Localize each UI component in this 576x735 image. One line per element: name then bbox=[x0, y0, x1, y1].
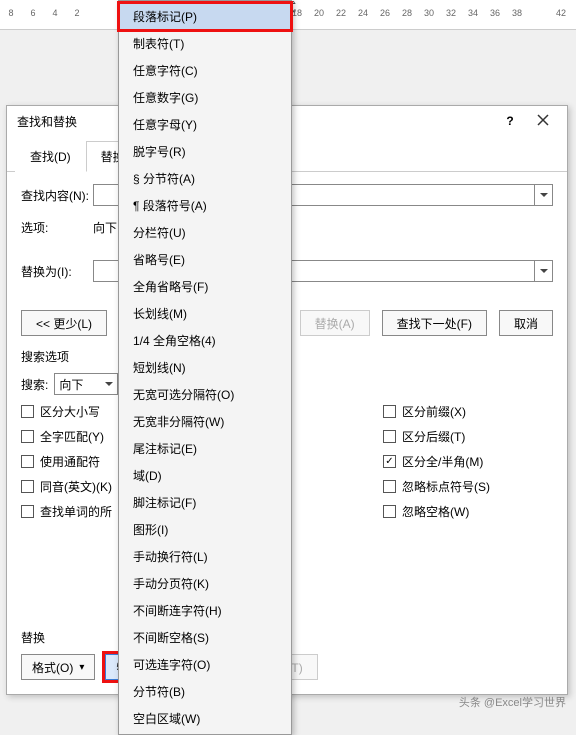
menu-item-3[interactable]: 任意数字(G) bbox=[119, 84, 291, 111]
replace-with-label: 替换为(I): bbox=[21, 263, 93, 280]
menu-item-7[interactable]: ¶ 段落符号(A) bbox=[119, 192, 291, 219]
menu-item-10[interactable]: 全角省略号(F) bbox=[119, 273, 291, 300]
checkbox-icon bbox=[383, 405, 396, 418]
menu-item-6[interactable]: § 分节符(A) bbox=[119, 165, 291, 192]
menu-item-5[interactable]: 脱字号(R) bbox=[119, 138, 291, 165]
dropdown-arrow-icon[interactable] bbox=[534, 185, 552, 205]
checkbox-icon bbox=[383, 455, 396, 468]
checkbox-icon bbox=[21, 505, 34, 518]
menu-item-4[interactable]: 任意字母(Y) bbox=[119, 111, 291, 138]
format-button[interactable]: 格式(O) bbox=[21, 654, 95, 680]
dropdown-arrow-icon[interactable] bbox=[534, 261, 552, 281]
check-label: 区分前缀(X) bbox=[402, 403, 466, 420]
menu-item-26[interactable]: 空白区域(W) bbox=[119, 705, 291, 732]
check-right-1[interactable]: 区分后缀(T) bbox=[383, 428, 553, 445]
special-format-menu: 段落标记(P)制表符(T)任意字符(C)任意数字(G)任意字母(Y)脱字号(R)… bbox=[118, 0, 292, 735]
options-label: 选项: bbox=[21, 219, 93, 236]
check-label: 区分后缀(T) bbox=[402, 428, 465, 445]
check-label: 忽略标点符号(S) bbox=[402, 478, 490, 495]
menu-item-15[interactable]: 无宽非分隔符(W) bbox=[119, 408, 291, 435]
menu-item-22[interactable]: 不间断连字符(H) bbox=[119, 597, 291, 624]
menu-item-1[interactable]: 制表符(T) bbox=[119, 30, 291, 57]
check-label: 查找单词的所 bbox=[40, 503, 112, 520]
checkbox-icon bbox=[383, 480, 396, 493]
replace-all-button[interactable]: 替换(A) bbox=[300, 310, 370, 336]
check-label: 区分全/半角(M) bbox=[402, 453, 483, 470]
check-right-3[interactable]: 忽略标点符号(S) bbox=[383, 478, 553, 495]
menu-item-18[interactable]: 脚注标记(F) bbox=[119, 489, 291, 516]
check-label: 同音(英文)(K) bbox=[40, 478, 112, 495]
find-next-button[interactable]: 查找下一处(F) bbox=[382, 310, 487, 336]
check-right-2[interactable]: 区分全/半角(M) bbox=[383, 453, 553, 470]
menu-item-8[interactable]: 分栏符(U) bbox=[119, 219, 291, 246]
menu-item-11[interactable]: 长划线(M) bbox=[119, 300, 291, 327]
menu-item-19[interactable]: 图形(I) bbox=[119, 516, 291, 543]
checkbox-icon bbox=[21, 480, 34, 493]
menu-item-13[interactable]: 短划线(N) bbox=[119, 354, 291, 381]
close-button[interactable] bbox=[525, 113, 561, 129]
options-value: 向下 bbox=[93, 219, 117, 236]
checkbox-icon bbox=[21, 455, 34, 468]
watermark: 头条 @Excel学习世界 bbox=[459, 694, 566, 710]
less-button[interactable]: << 更少(L) bbox=[21, 310, 107, 336]
cancel-button[interactable]: 取消 bbox=[499, 310, 553, 336]
check-label: 忽略空格(W) bbox=[402, 503, 469, 520]
menu-item-14[interactable]: 无宽可选分隔符(O) bbox=[119, 381, 291, 408]
menu-item-24[interactable]: 可选连字符(O) bbox=[119, 651, 291, 678]
checkbox-icon bbox=[383, 430, 396, 443]
menu-item-17[interactable]: 域(D) bbox=[119, 462, 291, 489]
menu-item-23[interactable]: 不间断空格(S) bbox=[119, 624, 291, 651]
search-direction-label: 搜索: bbox=[21, 376, 48, 393]
menu-item-9[interactable]: 省略号(E) bbox=[119, 246, 291, 273]
find-content-label: 查找内容(N): bbox=[21, 187, 93, 204]
menu-item-16[interactable]: 尾注标记(E) bbox=[119, 435, 291, 462]
help-button[interactable]: ? bbox=[495, 114, 525, 128]
check-right-0[interactable]: 区分前缀(X) bbox=[383, 403, 553, 420]
menu-item-12[interactable]: 1/4 全角空格(4) bbox=[119, 327, 291, 354]
menu-item-20[interactable]: 手动换行符(L) bbox=[119, 543, 291, 570]
close-icon bbox=[537, 114, 549, 126]
check-label: 区分大小写 bbox=[40, 403, 100, 420]
checkbox-icon bbox=[383, 505, 396, 518]
check-label: 全字匹配(Y) bbox=[40, 428, 104, 445]
search-direction-select[interactable]: 向下 bbox=[54, 373, 118, 395]
menu-item-21[interactable]: 手动分页符(K) bbox=[119, 570, 291, 597]
menu-item-0[interactable]: 段落标记(P) bbox=[119, 3, 291, 30]
menu-item-25[interactable]: 分节符(B) bbox=[119, 678, 291, 705]
checkbox-icon bbox=[21, 430, 34, 443]
check-label: 使用通配符 bbox=[40, 453, 100, 470]
check-right-4[interactable]: 忽略空格(W) bbox=[383, 503, 553, 520]
checkbox-icon bbox=[21, 405, 34, 418]
search-direction-value: 向下 bbox=[59, 376, 83, 393]
tab-find[interactable]: 查找(D) bbox=[15, 141, 86, 172]
menu-item-2[interactable]: 任意字符(C) bbox=[119, 57, 291, 84]
